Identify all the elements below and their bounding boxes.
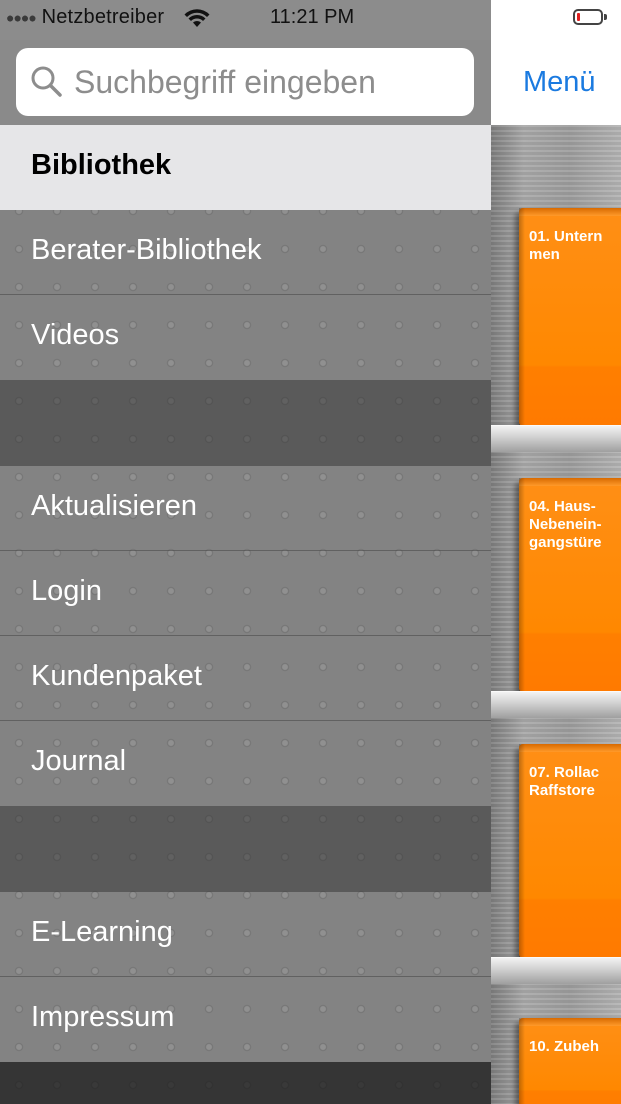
sidebar-item-label: Impressum bbox=[31, 1001, 175, 1033]
search-box[interactable] bbox=[16, 48, 474, 116]
wifi-icon bbox=[184, 9, 210, 27]
sidebar-item-label: Login bbox=[31, 575, 102, 607]
search-bar bbox=[0, 40, 491, 125]
book-title: 10. Zubeh bbox=[529, 1038, 600, 1055]
sidebar-item-impressum[interactable]: Impressum bbox=[0, 977, 491, 1062]
sidebar-item-label: Videos bbox=[31, 319, 120, 351]
book-title: 07. Rollac Raffstore bbox=[529, 764, 600, 799]
shelf-board bbox=[491, 957, 621, 984]
carrier: ●●●● Netzbetreiber bbox=[6, 6, 164, 29]
sidebar-item-berater-bibliothek[interactable]: Berater-Bibliothek bbox=[0, 210, 491, 295]
book-title: 01. Untern men bbox=[529, 228, 603, 263]
navbar: Menü bbox=[491, 40, 621, 125]
sidebar-item-label: Aktualisieren bbox=[31, 490, 198, 522]
sidebar-menu: Bibliothek Berater-Bibliothek Videos Akt… bbox=[0, 40, 491, 1104]
sidebar-item-label: Journal bbox=[31, 745, 127, 777]
search-input[interactable] bbox=[74, 48, 464, 116]
sidebar-item-videos[interactable]: Videos bbox=[0, 295, 491, 380]
section-separator bbox=[0, 380, 491, 466]
shelf-board bbox=[491, 691, 621, 718]
sidebar-item-kundenpaket[interactable]: Kundenpaket bbox=[0, 636, 491, 721]
book-item[interactable]: 10. Zubeh bbox=[519, 1018, 621, 1104]
sidebar-item-label: E-Learning bbox=[31, 916, 173, 948]
book-item[interactable]: 07. Rollac Raffstore bbox=[519, 744, 621, 958]
section-separator bbox=[0, 806, 491, 892]
battery-icon bbox=[573, 9, 603, 25]
battery-level bbox=[577, 13, 580, 21]
signal-strength-icon: ●●●● bbox=[6, 9, 37, 26]
sidebar-item-login[interactable]: Login bbox=[0, 551, 491, 636]
sidebar-item-e-learning[interactable]: E-Learning bbox=[0, 892, 491, 977]
search-icon bbox=[31, 66, 62, 97]
sidebar-item-label: Bibliothek bbox=[31, 149, 172, 181]
sidebar-item-journal[interactable]: Journal bbox=[0, 721, 491, 806]
status-bar: ●●●● Netzbetreiber 11:21 PM bbox=[0, 0, 491, 40]
sidebar-footer bbox=[0, 1062, 491, 1104]
status-bar-right bbox=[491, 0, 621, 40]
battery-cap bbox=[604, 14, 607, 20]
shelf-board bbox=[491, 425, 621, 452]
book-item[interactable]: 01. Untern men bbox=[519, 208, 621, 426]
carrier-name: Netzbetreiber bbox=[41, 6, 165, 28]
menu-button[interactable]: Menü bbox=[523, 66, 596, 99]
book-item[interactable]: 04. Haus- Nebenein- gangstüre bbox=[519, 478, 621, 692]
clock: 11:21 PM bbox=[270, 6, 355, 28]
sidebar-item-label: Kundenpaket bbox=[31, 660, 202, 692]
sidebar-item-bibliothek[interactable]: Bibliothek bbox=[0, 125, 491, 210]
book-title: 04. Haus- Nebenein- gangstüre bbox=[529, 498, 602, 551]
library-shelf: Menü 01. Untern men 04. Haus- Nebenein- … bbox=[491, 40, 621, 1104]
sidebar-item-aktualisieren[interactable]: Aktualisieren bbox=[0, 466, 491, 551]
sidebar-item-label: Berater-Bibliothek bbox=[31, 234, 262, 266]
